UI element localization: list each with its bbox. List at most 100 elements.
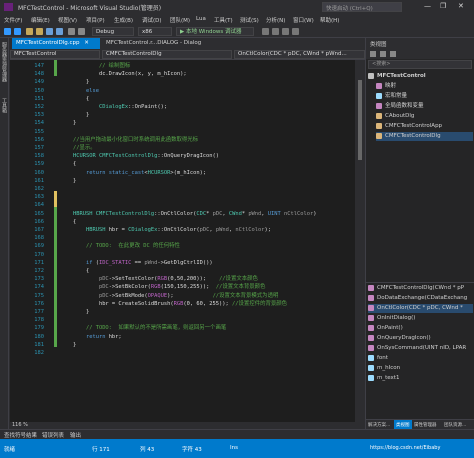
code-line[interactable]: hbr = CreateSolidBrush(RGB(0, 60, 255));…	[60, 300, 287, 308]
tab-output[interactable]: 输出	[70, 431, 81, 439]
member-select[interactable]: OnCtlColor(CDC * pDC, CWnd * pWnd...	[234, 50, 365, 59]
member-item[interactable]: CMFCTestControlDlg(CWnd * pP	[368, 284, 473, 293]
code-line[interactable]: {	[60, 218, 76, 226]
code-line[interactable]: HBRUSH CMFCTestControlDlg::OnCtlColor(CD…	[60, 210, 317, 218]
member-item[interactable]: OnInitDialog()	[368, 314, 473, 323]
menu-team[interactable]: 团队(M)	[170, 16, 190, 24]
code-line[interactable]: return static_cast<HCURSOR>(m_hIcon);	[60, 169, 206, 177]
code-line[interactable]: if (IDC_STATIC == pWnd->GetDlgCtrlID())	[60, 259, 213, 267]
menu-build[interactable]: 生成(B)	[114, 16, 133, 24]
member-item[interactable]: m_text1	[368, 374, 473, 383]
configuration-select[interactable]: Debug	[92, 27, 134, 36]
tab-mfctestcontroldlg-cpp[interactable]: MFCTestControlDlg.cpp ✕	[12, 38, 100, 49]
class-tree-item[interactable]: CMFCTestControlDlg	[376, 132, 473, 141]
menu-project[interactable]: 项目(P)	[86, 16, 105, 24]
code-line[interactable]: else	[60, 87, 99, 95]
code-line[interactable]: // 绘制图标	[60, 62, 130, 70]
save-icon[interactable]	[46, 28, 53, 35]
tab-error-list[interactable]: 错误列表	[42, 431, 64, 439]
forward-icon[interactable]	[380, 51, 386, 57]
code-line[interactable]: }	[60, 78, 89, 86]
code-line[interactable]: return hbr;	[60, 333, 122, 341]
menu-lua[interactable]: Lua	[196, 16, 206, 22]
menu-test[interactable]: 测试(S)	[240, 16, 259, 24]
code-editor[interactable]: 147 // 绘制图标 148 dc.DrawIcon(x, y, m_hIcon…	[10, 60, 355, 422]
menu-help[interactable]: 帮助(H)	[320, 16, 339, 24]
tab-team-explorer[interactable]: 团队资源...	[444, 422, 466, 428]
splitter[interactable]	[366, 282, 474, 283]
class-tree-item[interactable]: CAboutDlg	[376, 112, 473, 121]
tab-dialog-resource[interactable]: MFCTestControl.r...DIALOG - Dialog	[102, 38, 232, 49]
member-item[interactable]: DoDataExchange(CDataExchang	[368, 294, 473, 303]
class-tree-item[interactable]: MFCTestControl	[368, 72, 473, 81]
attach-icon[interactable]	[262, 28, 269, 35]
back-icon[interactable]	[370, 51, 376, 57]
project-scope-select[interactable]: MFCTestControl	[10, 50, 100, 59]
maximize-button[interactable]: ❐	[440, 2, 446, 10]
close-button[interactable]: ✕	[458, 2, 464, 10]
tab-property-manager[interactable]: 属性管理器	[414, 422, 437, 428]
bookmark-icon[interactable]	[272, 28, 279, 35]
open-file-icon[interactable]	[36, 28, 43, 35]
code-line[interactable]: {	[60, 267, 89, 275]
code-line[interactable]: pDC->SetTextColor(RGB(0,50,200)); //设置文本…	[60, 275, 258, 283]
member-item[interactable]: OnQueryDragIcon()	[368, 334, 473, 343]
code-line[interactable]: HCURSOR CMFCTestControlDlg::OnQueryDragI…	[60, 152, 219, 160]
server-explorer-tab[interactable]: 服务器资源管理器	[1, 42, 8, 82]
code-line[interactable]: pDC->SetBkColor(RGB(150,150,255)); //设置文…	[60, 283, 266, 291]
comment-icon[interactable]	[282, 28, 289, 35]
class-view-search-input[interactable]: <搜索>	[368, 60, 472, 69]
member-item[interactable]: OnPaint()	[368, 324, 473, 333]
tab-solution-explorer[interactable]: 解决方案...	[368, 422, 390, 428]
code-line[interactable]: pDC->SetBkMode(OPAQUE); //设置文本背景模式为透明	[60, 292, 278, 300]
code-line[interactable]: }	[60, 111, 89, 119]
code-line[interactable]: {	[60, 160, 76, 168]
class-tree-item[interactable]: CMFCTestControlApp	[376, 122, 473, 131]
code-line[interactable]: // TODO: 在此更改 DC 的任何特性	[60, 242, 180, 250]
editor-vertical-scrollbar[interactable]	[355, 60, 365, 422]
member-item[interactable]: font	[368, 354, 473, 363]
menu-tools[interactable]: 工具(T)	[214, 16, 233, 24]
class-tree-item[interactable]: 宏和常量	[376, 92, 473, 101]
zoom-level[interactable]: 116 %	[12, 422, 28, 428]
close-icon[interactable]: ✕	[84, 40, 89, 46]
code-line[interactable]: dc.DrawIcon(x, y, m_hIcon);	[60, 70, 187, 78]
code-line[interactable]: //当用户拖动最小化窗口时系统调用此函数取得光标	[60, 136, 198, 144]
menu-view[interactable]: 视图(V)	[58, 16, 77, 24]
minimize-button[interactable]: —	[424, 2, 431, 10]
redo-icon[interactable]	[78, 28, 85, 35]
forward-icon[interactable]	[14, 28, 21, 35]
class-tree-item[interactable]: 映射	[376, 82, 473, 91]
start-debugger-button[interactable]: ▶ 本地 Windows 调试器	[176, 27, 254, 36]
settings-icon[interactable]	[390, 51, 396, 57]
menu-analyze[interactable]: 分析(N)	[266, 16, 285, 24]
back-icon[interactable]	[4, 28, 11, 35]
code-line[interactable]: }	[60, 341, 76, 349]
menu-file[interactable]: 文件(F)	[4, 16, 22, 24]
quick-launch-input[interactable]: 快速启动 (Ctrl+Q)	[322, 2, 402, 12]
class-scope-select[interactable]: CMFCTestControlDlg	[102, 50, 232, 59]
undo-icon[interactable]	[68, 28, 75, 35]
code-line[interactable]: }	[60, 119, 76, 127]
save-all-icon[interactable]	[56, 28, 63, 35]
code-line[interactable]: {	[60, 95, 89, 103]
member-item[interactable]: OnSysCommand(UINT nID, LPAR	[368, 344, 473, 353]
code-line[interactable]: CDialogEx::OnPaint();	[60, 103, 167, 111]
code-line[interactable]: // TODO: 如果默认的不是所需画笔，则返回另一个画笔	[60, 324, 226, 332]
menu-debug[interactable]: 调试(D)	[142, 16, 162, 24]
scrollbar-thumb[interactable]	[358, 80, 362, 160]
new-project-icon[interactable]	[26, 28, 33, 35]
code-line[interactable]: }	[60, 177, 76, 185]
menu-edit[interactable]: 编辑(E)	[31, 16, 50, 24]
code-line[interactable]: //显示。	[60, 144, 96, 152]
member-item[interactable]: OnCtlColor(CDC * pDC, CWnd *	[368, 304, 473, 313]
uncomment-icon[interactable]	[292, 28, 299, 35]
platform-select[interactable]: x86	[138, 27, 172, 36]
menu-window[interactable]: 窗口(W)	[293, 16, 314, 24]
tab-find-symbol-results[interactable]: 查找符号结果	[4, 431, 37, 439]
code-line[interactable]: HBRUSH hbr = CDialogEx::OnCtlColor(pDC, …	[60, 226, 271, 234]
toolbox-tab[interactable]: 工具箱	[1, 98, 8, 113]
code-line[interactable]: }	[60, 308, 89, 316]
class-tree-item[interactable]: 全局函数和变量	[376, 102, 473, 111]
member-item[interactable]: m_hIcon	[368, 364, 473, 373]
